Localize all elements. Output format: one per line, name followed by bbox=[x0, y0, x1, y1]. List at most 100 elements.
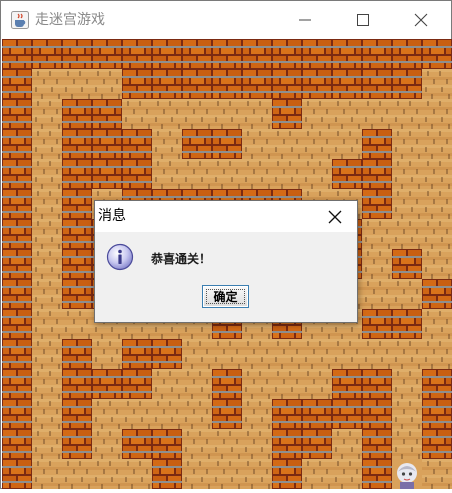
maze-floor-cell bbox=[392, 99, 422, 129]
maze-floor-cell bbox=[32, 309, 62, 339]
maze-wall-cell bbox=[422, 369, 452, 399]
maze-wall-cell bbox=[62, 39, 92, 69]
maze-floor-cell bbox=[122, 99, 152, 129]
maze-floor-cell bbox=[362, 219, 392, 249]
maze-wall-cell bbox=[362, 429, 392, 459]
maze-floor-cell bbox=[302, 159, 332, 189]
maze-wall-cell bbox=[122, 369, 152, 399]
maze-wall-cell bbox=[2, 429, 32, 459]
window-close-button[interactable] bbox=[392, 1, 450, 39]
maze-floor-cell bbox=[32, 159, 62, 189]
maze-wall-cell bbox=[2, 159, 32, 189]
maze-floor-cell bbox=[122, 459, 152, 489]
maze-floor-cell bbox=[422, 69, 452, 99]
maze-floor-cell bbox=[182, 339, 212, 369]
maze-wall-cell bbox=[92, 129, 122, 159]
maze-wall-cell bbox=[332, 369, 362, 399]
maze-wall-cell bbox=[92, 369, 122, 399]
maze-wall-cell bbox=[422, 429, 452, 459]
maze-floor-cell bbox=[62, 309, 92, 339]
maze-wall-cell bbox=[122, 339, 152, 369]
maze-wall-cell bbox=[2, 99, 32, 129]
maze-floor-cell bbox=[332, 429, 362, 459]
maze-wall-cell bbox=[392, 249, 422, 279]
maze-floor-cell bbox=[362, 279, 392, 309]
maze-floor-cell bbox=[392, 339, 422, 369]
maze-floor-cell bbox=[362, 339, 392, 369]
maze-wall-cell bbox=[152, 69, 182, 99]
maze-wall-cell bbox=[272, 429, 302, 459]
maze-floor-cell bbox=[32, 219, 62, 249]
maze-floor-cell bbox=[152, 369, 182, 399]
maze-wall-cell bbox=[152, 39, 182, 69]
maze-floor-cell bbox=[272, 159, 302, 189]
maze-floor-cell bbox=[152, 129, 182, 159]
maze-wall-cell bbox=[122, 129, 152, 159]
maze-floor-cell bbox=[242, 159, 272, 189]
maze-floor-cell bbox=[32, 279, 62, 309]
maze-floor-cell bbox=[242, 399, 272, 429]
maze-wall-cell bbox=[2, 249, 32, 279]
dialog-title-bar[interactable]: 消息 bbox=[95, 201, 357, 232]
maze-wall-cell bbox=[362, 369, 392, 399]
maze-floor-cell bbox=[332, 339, 362, 369]
maze-floor-cell bbox=[212, 159, 242, 189]
maze-floor-cell bbox=[392, 159, 422, 189]
title-bar[interactable]: 走迷宫游戏 bbox=[1, 1, 451, 39]
maze-wall-cell bbox=[272, 99, 302, 129]
maze-wall-cell bbox=[2, 39, 32, 69]
maze-floor-cell bbox=[62, 459, 92, 489]
maze-wall-cell bbox=[122, 159, 152, 189]
maze-floor-cell bbox=[422, 159, 452, 189]
maze-floor-cell bbox=[122, 399, 152, 429]
maze-wall-cell bbox=[302, 429, 332, 459]
maze-wall-cell bbox=[2, 399, 32, 429]
close-icon bbox=[414, 13, 428, 27]
maze-floor-cell bbox=[92, 339, 122, 369]
maze-floor-cell bbox=[212, 339, 242, 369]
maze-floor-cell bbox=[242, 129, 272, 159]
maze-wall-cell bbox=[242, 69, 272, 99]
dialog-message: 恭喜通关！ bbox=[151, 252, 212, 266]
maze-floor-cell bbox=[392, 429, 422, 459]
maze-floor-cell bbox=[92, 399, 122, 429]
maze-wall-cell bbox=[92, 99, 122, 129]
maze-wall-cell bbox=[302, 39, 332, 69]
maze-wall-cell bbox=[152, 339, 182, 369]
maze-wall-cell bbox=[422, 279, 452, 309]
maze-wall-cell bbox=[62, 129, 92, 159]
maze-floor-cell bbox=[32, 369, 62, 399]
ok-button[interactable]: 确定 bbox=[202, 285, 249, 308]
maze-wall-cell bbox=[62, 339, 92, 369]
maze-floor-cell bbox=[392, 219, 422, 249]
maze-wall-cell bbox=[2, 189, 32, 219]
info-icon bbox=[106, 243, 134, 271]
maze-wall-cell bbox=[2, 69, 32, 99]
maze-floor-cell bbox=[362, 249, 392, 279]
maze-wall-cell bbox=[362, 69, 392, 99]
maze-floor-cell bbox=[92, 429, 122, 459]
maze-floor-cell bbox=[32, 99, 62, 129]
maze-floor-cell bbox=[32, 69, 62, 99]
maze-wall-cell bbox=[122, 39, 152, 69]
maze-floor-cell bbox=[302, 459, 332, 489]
maze-floor-cell bbox=[392, 369, 422, 399]
window-title: 走迷宫游戏 bbox=[35, 12, 105, 28]
dialog-close-button[interactable] bbox=[313, 201, 357, 232]
maze-wall-cell bbox=[212, 369, 242, 399]
maximize-button[interactable] bbox=[334, 1, 392, 39]
maze-wall-cell bbox=[62, 189, 92, 219]
maze-wall-cell bbox=[62, 429, 92, 459]
maze-wall-cell bbox=[2, 219, 32, 249]
close-icon bbox=[328, 210, 342, 224]
maze-floor-cell bbox=[302, 99, 332, 129]
maze-wall-cell bbox=[212, 39, 242, 69]
maze-wall-cell bbox=[362, 399, 392, 429]
maze-wall-cell bbox=[92, 159, 122, 189]
minimize-button[interactable] bbox=[276, 1, 334, 39]
maze-floor-cell bbox=[272, 369, 302, 399]
maze-wall-cell bbox=[2, 129, 32, 159]
maze-floor-cell bbox=[212, 459, 242, 489]
maze-floor-cell bbox=[392, 279, 422, 309]
maze-floor-cell bbox=[92, 459, 122, 489]
